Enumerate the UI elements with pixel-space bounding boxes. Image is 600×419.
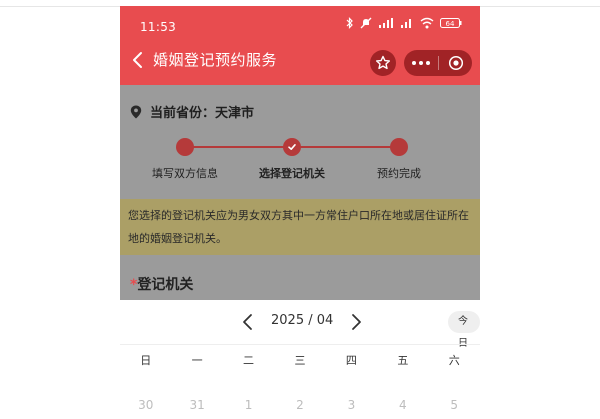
status-icons: 64 (346, 17, 462, 29)
weekday-label: 五 (397, 354, 409, 367)
signal-icon (379, 18, 393, 28)
bluetooth-icon (346, 17, 353, 29)
step-3-dot (390, 138, 408, 156)
miniprogram-capsule (404, 50, 472, 76)
signal-2-icon (401, 19, 411, 28)
battery-level: 64 (446, 20, 455, 28)
weekday-label: 二 (243, 354, 255, 367)
next-month-button[interactable] (348, 313, 364, 331)
star-icon (376, 55, 390, 70)
calendar-week-row: 30 31 1 2 3 4 5 (120, 396, 480, 414)
step-2-dot (283, 138, 301, 156)
page-title: 婚姻登记预约服务 (153, 51, 278, 69)
weekday-label: 一 (191, 354, 203, 367)
calendar-day[interactable]: 1 (223, 396, 274, 414)
status-time: 11:53 (140, 20, 177, 34)
prev-month-button[interactable] (240, 313, 256, 331)
weekday-label: 六 (448, 354, 460, 367)
step-1-dot (176, 138, 194, 156)
more-dot-icon (419, 61, 423, 65)
today-button[interactable]: 今日 (448, 311, 480, 349)
chevron-left-icon (133, 52, 142, 68)
location-pin-icon (130, 105, 142, 118)
form-content-dimmed: 当前省份：天津市 填写双方信息 选择登记机关 预约完成 您选择的登记机关应为男女… (120, 85, 480, 300)
progress-steps: 填写双方信息 选择登记机关 预约完成 (120, 137, 480, 187)
status-bar: 11:53 64 (120, 6, 480, 36)
more-dot-icon (426, 61, 430, 65)
step-1-label: 填写双方信息 (152, 167, 218, 180)
mute-icon (360, 17, 372, 29)
nav-bar: 婚姻登记预约服务 (120, 42, 480, 78)
weekday-label: 四 (345, 354, 357, 367)
registry-office-label: *登记机关 (130, 274, 193, 294)
calendar-day[interactable]: 31 (171, 396, 222, 414)
calendar-sheet: 2025 / 04 今日 日 一 二 三 四 五 六 30 31 1 2 3 4… (120, 300, 480, 419)
chevron-right-icon (352, 314, 361, 330)
step-3-label: 预约完成 (377, 167, 421, 180)
registry-office-text: 登记机关 (137, 277, 194, 293)
calendar-divider (120, 344, 480, 345)
chevron-left-icon (243, 314, 252, 330)
close-miniprogram-button[interactable] (439, 55, 472, 71)
favorite-button[interactable] (370, 50, 396, 76)
phone-screen: 11:53 64 婚姻登记预约服务 当前省份：天津市 填写双方信息 选择登记机关… (120, 6, 480, 419)
weekday-label: 日 (140, 354, 152, 367)
calendar-day[interactable]: 5 (429, 396, 480, 414)
more-button[interactable] (404, 61, 438, 65)
calendar-day[interactable]: 3 (326, 396, 377, 414)
calendar-day[interactable]: 2 (274, 396, 325, 414)
wifi-icon (420, 17, 434, 29)
current-province: 当前省份：天津市 (130, 102, 254, 121)
weekday-label: 三 (294, 354, 306, 367)
calendar-day[interactable]: 4 (377, 396, 428, 414)
calendar-day[interactable]: 30 (120, 396, 171, 414)
notice-banner: 您选择的登记机关应为男女双方其中一方常住户口所在地或居住证所在地的婚姻登记机关。 (120, 199, 480, 255)
check-icon (288, 144, 296, 150)
back-button[interactable] (128, 50, 148, 70)
more-dot-icon (412, 61, 416, 65)
step-2-label: 选择登记机关 (259, 167, 325, 180)
calendar-header: 2025 / 04 今日 (120, 300, 480, 349)
province-label: 当前省份：天津市 (150, 106, 255, 121)
target-close-icon (448, 55, 463, 71)
weekday-header: 日 一 二 三 四 五 六 (120, 351, 480, 371)
calendar-month: 2025 / 04 (271, 313, 334, 328)
battery-icon: 64 (440, 18, 462, 28)
